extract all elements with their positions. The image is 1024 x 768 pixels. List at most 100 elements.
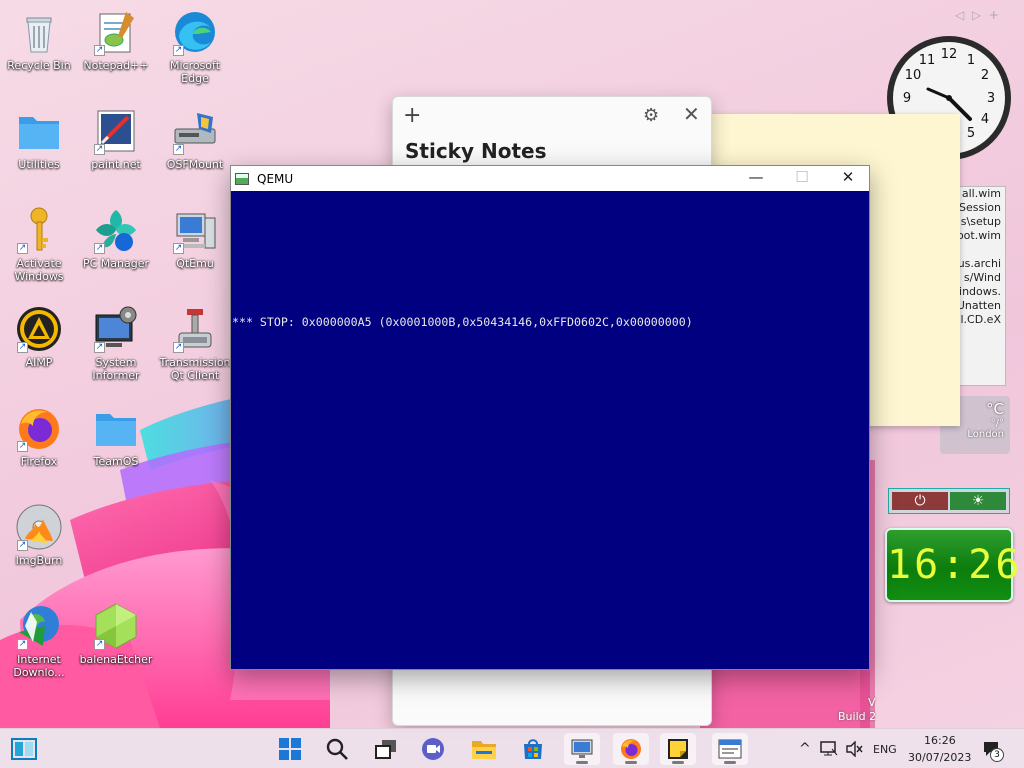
desktop-icon-paintnet[interactable]: ↗ paint.net: [78, 107, 154, 171]
clock-numeral: 9: [903, 91, 911, 106]
desktop-icon-pc-manager[interactable]: ↗ PC Manager: [78, 206, 154, 270]
desktop-icon-label: ImgBurn: [15, 554, 63, 567]
clock-numeral: 5: [967, 126, 975, 141]
desktop-icon-firefox[interactable]: ↗ Firefox: [1, 404, 77, 468]
taskbar-qemu[interactable]: [564, 733, 600, 765]
shutdown-button[interactable]: ⏻: [892, 492, 948, 510]
desktop-icon-system-informer[interactable]: ↗ System Informer: [78, 305, 154, 382]
clock-numeral: 10: [905, 68, 922, 83]
system-informer-icon: ↗: [92, 305, 140, 353]
clock-numeral: 2: [981, 68, 989, 83]
tray-clock-time[interactable]: 16:26: [924, 734, 956, 747]
desktop-icon-microsoft-edge[interactable]: ↗ Microsoft Edge: [157, 8, 233, 85]
desktop-icon-activate-windows[interactable]: ↗ Activate Windows: [1, 206, 77, 283]
desktop-icon-utilities[interactable]: Utilities: [1, 107, 77, 171]
desktop-icon-label: PC Manager: [82, 257, 150, 270]
close-icon[interactable]: ✕: [683, 102, 700, 126]
sleep-button[interactable]: ☀: [950, 492, 1006, 510]
taskbar-store[interactable]: [515, 733, 551, 765]
tray-clock-date[interactable]: 30/07/2023: [908, 751, 971, 764]
desktop-icon-osfmount[interactable]: ↗ OSFMount: [157, 107, 233, 171]
shortcut-arrow-icon: ↗: [173, 243, 184, 254]
desktop-icon-label: balenaEtcher: [79, 653, 153, 666]
taskbar-sticky-notes[interactable]: [660, 733, 696, 765]
power-widget: ⏻ ☀: [888, 488, 1010, 514]
desktop-icon-label: Utilities: [18, 158, 60, 171]
notepadpp-icon: ↗: [92, 8, 140, 56]
clock-numeral: 1: [967, 53, 975, 68]
desktop-icon-internet-download[interactable]: ↗ Internet Downlo...: [1, 602, 77, 679]
qtemu-icon: ↗: [171, 206, 219, 254]
close-button[interactable]: ✕: [825, 168, 871, 186]
desktop-icon-aimp[interactable]: ↗ AIMP: [1, 305, 77, 369]
taskbar-file-explorer[interactable]: [466, 733, 502, 765]
desktop-icon-label: QtEmu: [176, 257, 214, 270]
balenaetcher-icon: ↗: [92, 602, 140, 650]
shortcut-arrow-icon: ↗: [17, 540, 28, 551]
shortcut-arrow-icon: ↗: [94, 144, 105, 155]
shortcut-arrow-icon: ↗: [173, 144, 184, 155]
key-icon: ↗: [15, 206, 63, 254]
desktop-icon-notepadpp[interactable]: ↗ Notepad++: [78, 8, 154, 72]
desktop-switch-icon: [11, 738, 37, 760]
qemu-window-title: QEMU: [257, 171, 294, 186]
taskbar-start-button[interactable]: [272, 733, 308, 765]
taskbar-task-view[interactable]: [368, 733, 404, 765]
qemu-display[interactable]: *** STOP: 0x000000A5 (0x0001000B,0x50434…: [231, 191, 869, 669]
folder-icon: [92, 404, 140, 452]
minimize-button[interactable]: —: [733, 168, 779, 186]
shortcut-arrow-icon: ↗: [17, 243, 28, 254]
windows-logo-icon: [279, 738, 301, 760]
desktop-icon-label: Firefox: [20, 455, 58, 468]
add-note-icon[interactable]: +: [403, 103, 421, 128]
desktop-icon-label: Activate Windows: [14, 257, 64, 283]
notification-count-badge: 3: [990, 748, 1004, 762]
maximize-button[interactable]: ☐: [779, 168, 825, 186]
desktop-icon-label: System Informer: [92, 356, 140, 382]
paintnet-icon: ↗: [92, 107, 140, 155]
weather-city: London: [967, 429, 1004, 440]
folder-icon: [15, 107, 63, 155]
desktop-icon-label: OSFMount: [166, 158, 224, 171]
desktop-icon-qtemu[interactable]: ↗ QtEmu: [157, 206, 233, 270]
next-arrow-icon[interactable]: ▷: [972, 8, 981, 22]
prev-arrow-icon[interactable]: ◁: [955, 8, 964, 22]
shortcut-arrow-icon: ↗: [17, 342, 28, 353]
taskbar-window-app[interactable]: [712, 733, 748, 765]
watermark-version: V: [868, 696, 876, 709]
qemu-titlebar[interactable]: QEMU — ☐ ✕: [231, 166, 869, 191]
application-window-icon: [718, 739, 742, 759]
qemu-app-icon: [235, 172, 249, 185]
pc-manager-icon: ↗: [92, 206, 140, 254]
input-language-indicator[interactable]: ENG: [873, 743, 897, 756]
notification-center-button[interactable]: 3: [982, 739, 1004, 765]
desktop-icon-balenaetcher[interactable]: ↗ balenaEtcher: [78, 602, 154, 666]
store-icon: [524, 739, 542, 759]
search-icon: [326, 738, 348, 760]
desktop-icon-imgburn[interactable]: ↗ ImgBurn: [1, 503, 77, 567]
clock-numeral: 11: [919, 53, 936, 68]
add-widget-icon[interactable]: +: [989, 8, 999, 22]
sticky-notes-title: Sticky Notes: [405, 139, 547, 163]
settings-gear-icon[interactable]: ⚙: [643, 105, 659, 126]
tray-overflow-chevron[interactable]: ^: [799, 741, 811, 757]
recycle-bin-icon: [15, 8, 63, 56]
watermark-build: Build 2: [838, 710, 877, 723]
desktop-icon-teamos[interactable]: TeamOS: [78, 404, 154, 468]
widget-nav-arrows: ◁ ▷ +: [955, 8, 999, 22]
digital-clock-widget: 16:26: [885, 528, 1019, 602]
network-display-icon[interactable]: [820, 741, 838, 761]
taskbar-firefox[interactable]: [613, 733, 649, 765]
osfmount-icon: ↗: [171, 107, 219, 155]
taskbar-meet[interactable]: [415, 733, 451, 765]
digital-clock-time: 16:26: [887, 542, 1023, 588]
desktop-icon-transmission[interactable]: ↗ Transmission Qt Client: [157, 305, 233, 382]
taskbar-show-desktop[interactable]: [6, 733, 42, 765]
desktop-icon-label: Internet Downlo...: [13, 653, 65, 679]
volume-muted-icon[interactable]: [845, 740, 863, 761]
shortcut-arrow-icon: ↗: [173, 45, 184, 56]
desktop-icon-recycle-bin[interactable]: Recycle Bin: [1, 8, 77, 72]
taskbar-search-button[interactable]: [319, 733, 355, 765]
shortcut-arrow-icon: ↗: [17, 639, 28, 650]
transmission-icon: ↗: [171, 305, 219, 353]
